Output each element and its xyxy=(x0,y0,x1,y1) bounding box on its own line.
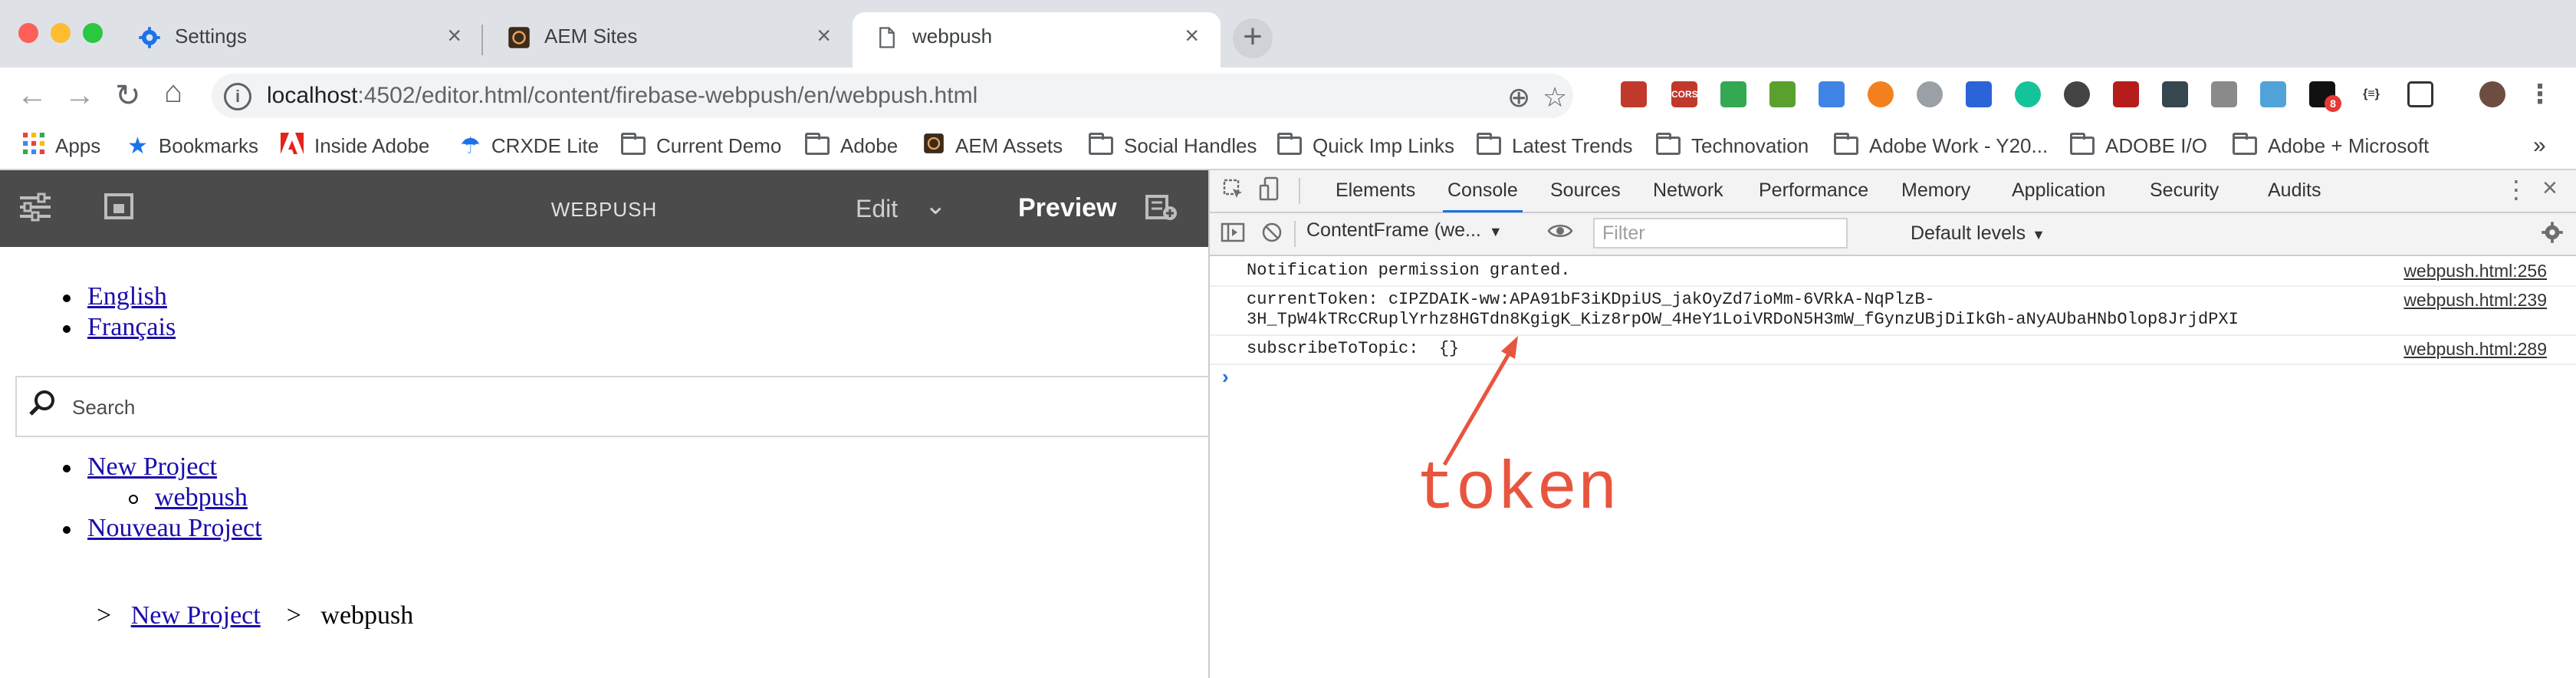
annotation-arrow xyxy=(1442,336,1518,466)
annotation-label: token xyxy=(1415,453,1618,528)
